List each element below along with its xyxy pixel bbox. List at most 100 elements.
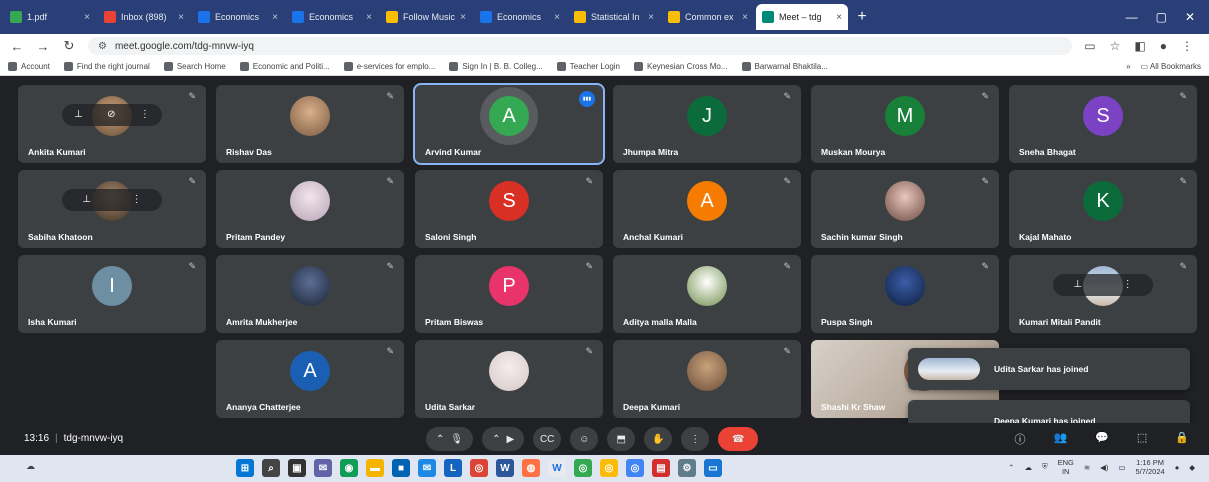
camera-button[interactable]: ⌃ ▶ <box>482 427 525 451</box>
bookmark-item[interactable]: Find the right journal <box>63 62 150 71</box>
host-controls-icon[interactable]: 🔒 <box>1175 431 1189 447</box>
participant-tile[interactable]: ✎ Deepa Kumari <box>613 340 801 418</box>
security-icon[interactable]: ⛨ <box>1042 462 1048 472</box>
wps-icon[interactable]: W <box>548 459 566 477</box>
participant-tile[interactable]: ⊥ ⊘ ⋮ ✎ Ankita Kumari <box>18 85 206 163</box>
browser-tab[interactable]: Follow Music × <box>380 4 472 30</box>
captions-button[interactable]: CC <box>533 427 562 451</box>
chat-icon[interactable]: 💬 <box>1095 431 1109 447</box>
more-vert-icon[interactable]: ⋮ <box>1123 279 1133 290</box>
volume-icon[interactable]: ◀) <box>1100 463 1108 472</box>
participant-tile[interactable]: J ✎ Jhumpa Mitra <box>613 85 801 163</box>
maximize-icon[interactable]: ▢ <box>1156 10 1167 24</box>
close-tab-icon[interactable]: × <box>366 12 372 23</box>
bookmark-item[interactable]: e-services for emplo... <box>343 62 435 71</box>
participant-tile[interactable]: P ✎ Pritam Biswas <box>415 255 603 333</box>
pdf-reader-icon[interactable]: ▤ <box>652 459 670 477</box>
extensions-icon[interactable]: ◧ <box>1134 39 1145 53</box>
start-icon[interactable]: ⊞ <box>236 459 254 477</box>
close-tab-icon[interactable]: × <box>84 12 90 23</box>
info-icon[interactable]: ⓘ <box>1014 431 1025 447</box>
task-view-icon[interactable]: ▣ <box>288 459 306 477</box>
leave-call-button[interactable]: ☎ <box>718 427 759 451</box>
chevron-up-icon[interactable]: ⌃ <box>436 434 444 445</box>
browser-tab[interactable]: 1.pdf × <box>4 4 96 30</box>
pin-icon[interactable]: ⊥ <box>74 109 83 120</box>
all-bookmarks[interactable]: ▭ All Bookmarks <box>1141 62 1201 71</box>
browser-tab[interactable]: Economics × <box>474 4 566 30</box>
more-bookmarks-icon[interactable]: » <box>1126 62 1130 71</box>
firefox-icon[interactable]: ◍ <box>522 459 540 477</box>
new-tab-button[interactable]: + <box>850 8 874 26</box>
chrome-profile-3-icon[interactable]: ◎ <box>626 459 644 477</box>
browser-tab[interactable]: Economics × <box>192 4 284 30</box>
mail-icon[interactable]: ✉ <box>418 459 436 477</box>
bookmark-item[interactable]: Keynesian Cross Mo... <box>634 62 728 71</box>
chevron-up-icon[interactable]: ⌃ <box>1008 463 1014 472</box>
participant-tile[interactable]: ✎ Pritam Pandey <box>216 170 404 248</box>
browser-tab[interactable]: Economics × <box>286 4 378 30</box>
close-tab-icon[interactable]: × <box>178 12 184 23</box>
participant-tile[interactable]: ✎ Amrita Mukherjee <box>216 255 404 333</box>
participant-tile[interactable]: ✎ Rishav Das <box>216 85 404 163</box>
bookmark-item[interactable]: Barwarnal Bhaktila... <box>741 62 828 71</box>
settings-icon[interactable]: ⚙ <box>678 459 696 477</box>
bookmark-item[interactable]: Sign In | B. B. Colleg... <box>449 62 543 71</box>
mute-icon[interactable]: ⊘ <box>107 109 115 120</box>
browser-tab[interactable]: Meet – tdg × <box>756 4 848 30</box>
chrome-profile-2-icon[interactable]: ◎ <box>600 459 618 477</box>
participant-tile[interactable]: ✎ Udita Sarkar <box>415 340 603 418</box>
participant-tile[interactable]: S ✎ Saloni Singh <box>415 170 603 248</box>
weather-icon[interactable]: ☁ <box>26 461 35 472</box>
bookmark-star-icon[interactable]: ☆ <box>1110 39 1121 53</box>
chat-app-icon[interactable]: ✉ <box>314 459 332 477</box>
wifi-icon[interactable]: ≋ <box>1084 463 1090 472</box>
bookmark-item[interactable]: Search Home <box>163 62 226 71</box>
profile-icon[interactable]: ● <box>1160 39 1167 53</box>
browser-tab[interactable]: Common ex × <box>662 4 754 30</box>
menu-icon[interactable]: ⋮ <box>1181 39 1193 53</box>
address-bar[interactable]: ⚙ meet.google.com/tdg-mnvw-iyq <box>88 37 1073 55</box>
site-info-icon[interactable]: ⚙ <box>98 41 107 52</box>
close-tab-icon[interactable]: × <box>742 12 748 23</box>
participant-tile[interactable]: ✎ Aditya malla Malla <box>613 255 801 333</box>
chrome-profile-icon[interactable]: ◎ <box>574 459 592 477</box>
file-explorer-icon[interactable]: ▬ <box>366 459 384 477</box>
pin-icon[interactable]: ⊥ <box>1073 279 1082 290</box>
chrome-icon[interactable]: ◎ <box>470 459 488 477</box>
raise-hand-button[interactable]: ✋ <box>644 427 673 451</box>
participant-tile[interactable]: A ▮▮▮ Arvind Kumar <box>413 83 605 165</box>
people-icon[interactable]: 👥 <box>1053 431 1067 447</box>
close-tab-icon[interactable]: × <box>554 12 560 23</box>
more-options-button[interactable]: ⋮ <box>681 427 710 451</box>
linkedin-icon[interactable]: L <box>444 459 462 477</box>
mic-button[interactable]: ⌃ 🎙 <box>426 427 474 451</box>
close-tab-icon[interactable]: × <box>272 12 278 23</box>
word-icon[interactable]: W <box>496 459 514 477</box>
participant-tile[interactable]: ⊥ ⋮ ✎ Kumari Mitali Pandit <box>1009 255 1197 333</box>
language-indicator[interactable]: ENG IN <box>1058 458 1074 476</box>
minimize-icon[interactable]: — <box>1126 10 1138 24</box>
cast-icon[interactable]: ▭ <box>1084 39 1095 53</box>
notification-icon[interactable]: ● <box>1175 463 1180 472</box>
meet-app-icon[interactable]: ▭ <box>704 459 722 477</box>
close-tab-icon[interactable]: × <box>648 12 654 23</box>
close-tab-icon[interactable]: × <box>836 12 842 23</box>
participant-tile[interactable]: A ✎ Ananya Chatterjee <box>216 340 404 418</box>
participant-tile[interactable]: I ✎ Isha Kumari <box>18 255 206 333</box>
emoji-button[interactable]: ☺ <box>570 427 599 451</box>
browser-tab[interactable]: Inbox (898) × <box>98 4 190 30</box>
battery-icon[interactable]: ▭ <box>1118 463 1125 472</box>
close-tab-icon[interactable]: × <box>460 12 466 23</box>
search-icon[interactable]: ⌕ <box>262 459 280 477</box>
close-window-icon[interactable]: ✕ <box>1185 10 1195 24</box>
clock[interactable]: 1:16 PM 5/7/2024 <box>1135 458 1164 476</box>
participant-tile[interactable]: S ✎ Sneha Bhagat <box>1009 85 1197 163</box>
present-button[interactable]: ⬒ <box>607 427 636 451</box>
forward-icon[interactable]: → <box>36 39 50 54</box>
participant-tile[interactable]: A ✎ Anchal Kumari <box>613 170 801 248</box>
pin-icon[interactable]: ⊥ <box>82 194 91 205</box>
participant-tile[interactable]: M ✎ Muskan Mourya <box>811 85 999 163</box>
participant-tile[interactable]: ✎ Puspa Singh <box>811 255 999 333</box>
reload-icon[interactable]: ↻ <box>62 38 76 54</box>
